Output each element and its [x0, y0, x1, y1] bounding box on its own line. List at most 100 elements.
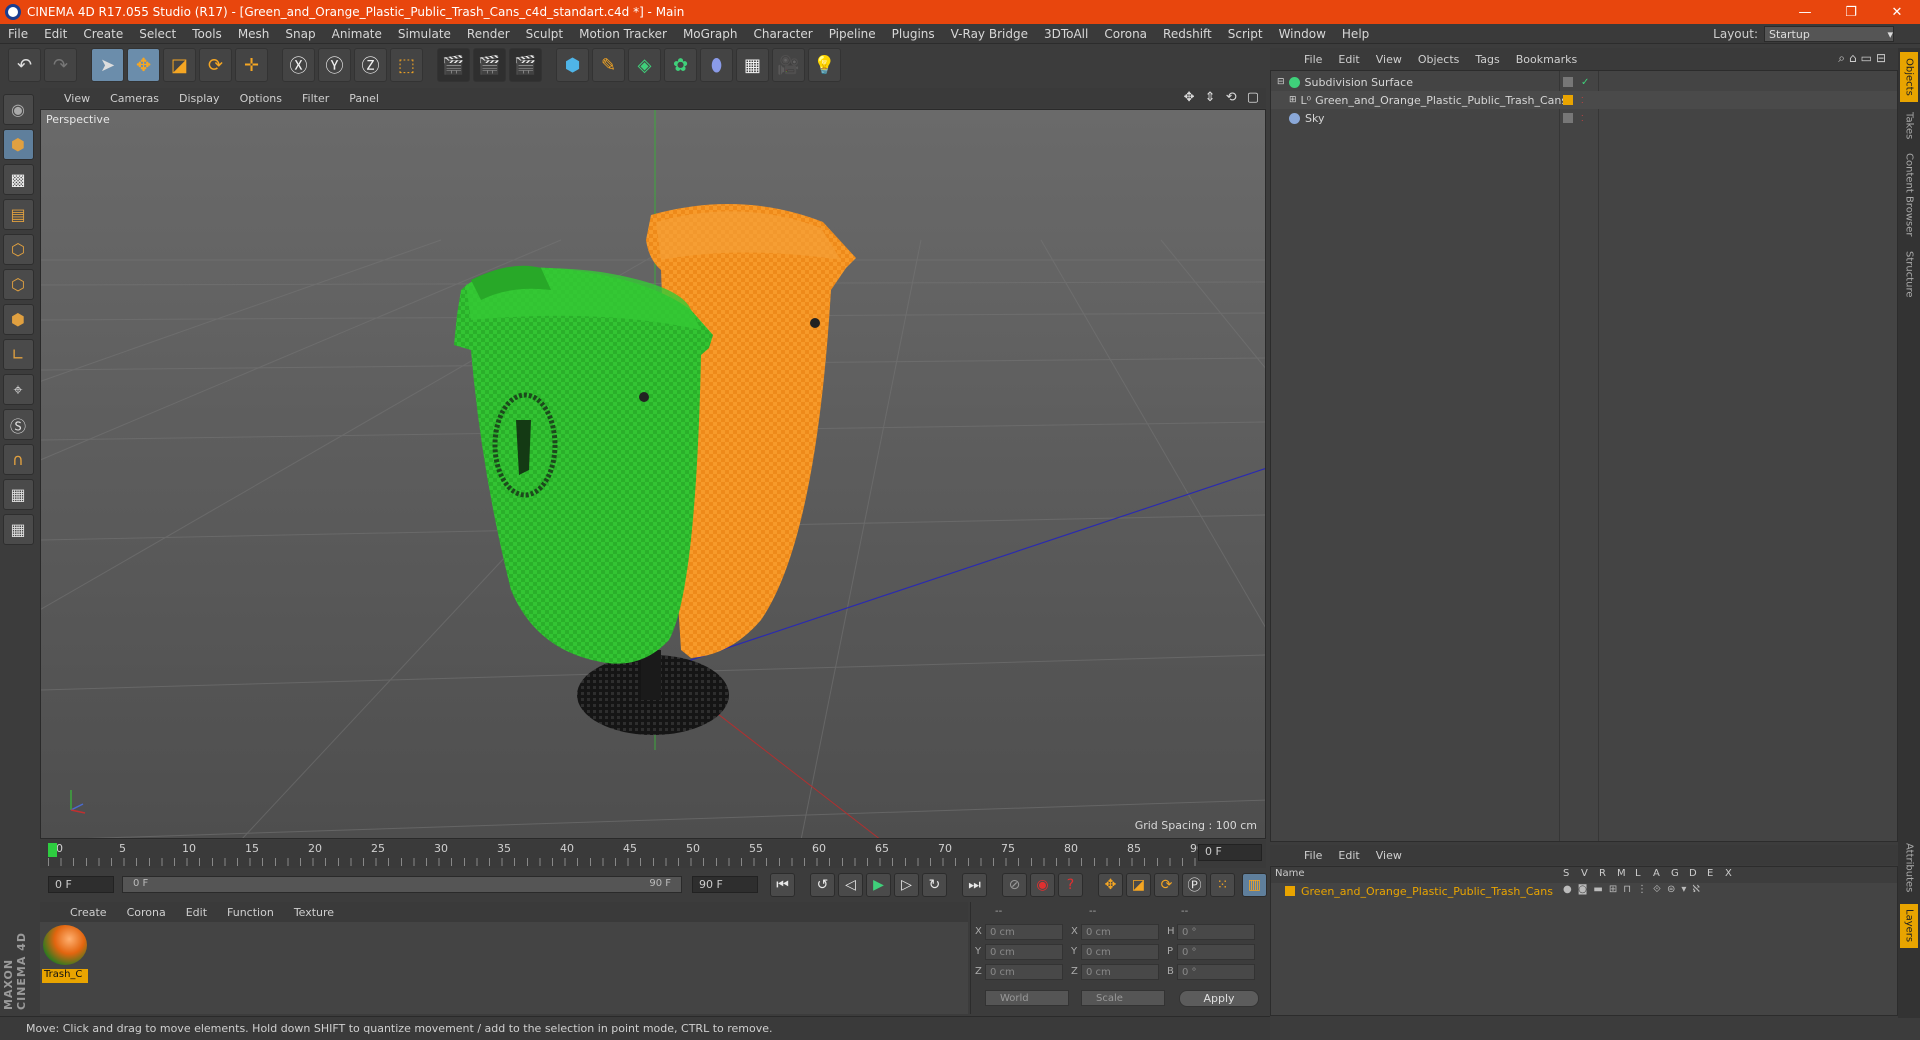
size-z-field[interactable]: 0 cm	[1081, 964, 1159, 980]
menu-pipeline[interactable]: Pipeline	[821, 27, 884, 41]
tab-attributes[interactable]: Attributes	[1900, 838, 1918, 898]
live-selection-button[interactable]: ➤	[91, 48, 124, 82]
add-deformer-button[interactable]: ⬮	[700, 48, 733, 82]
add-nurbs-button[interactable]: ◈	[628, 48, 661, 82]
redo-button[interactable]: ↷	[44, 48, 77, 82]
material-menu-texture[interactable]: Texture	[284, 906, 344, 919]
make-editable-button[interactable]: ◉	[2, 94, 34, 125]
size-x-field[interactable]: 0 cm	[1081, 924, 1159, 940]
lm-menu-file[interactable]: File	[1296, 849, 1330, 862]
tab-structure[interactable]: Structure	[1900, 244, 1918, 304]
render-view-button[interactable]: 🎬	[437, 48, 470, 82]
record-keys-button[interactable]: ⊘	[1002, 873, 1027, 897]
recent-tool-button[interactable]: ✛	[235, 48, 268, 82]
viewport-navigation-icons[interactable]: ✥ ⇕ ⟲ ▢	[1184, 90, 1262, 105]
next-key-button[interactable]: ↻	[922, 873, 947, 897]
render-picture-viewer-button[interactable]: 🎬	[473, 48, 506, 82]
material-menu-create[interactable]: Create	[60, 906, 117, 919]
object-manager-list[interactable]: ⊟ Subdivision Surface ✓ ⊞ L⁰ Green_and_O…	[1270, 70, 1898, 842]
z-axis-lock-button[interactable]: Ⓩ	[354, 48, 387, 82]
go-to-start-button[interactable]: ⏮	[770, 873, 795, 897]
key-position-button[interactable]: ✥	[1098, 873, 1123, 897]
rotate-tool-button[interactable]: ⟳	[199, 48, 232, 82]
key-parameter-button[interactable]: Ⓟ	[1182, 873, 1207, 897]
key-scale-button[interactable]: ◪	[1126, 873, 1151, 897]
polygons-mode-button[interactable]: ⬢	[2, 304, 34, 335]
om-menu-edit[interactable]: Edit	[1330, 53, 1367, 66]
material-menu-edit[interactable]: Edit	[176, 906, 217, 919]
menu-corona[interactable]: Corona	[1096, 27, 1155, 41]
material-menu-function[interactable]: Function	[217, 906, 284, 919]
next-frame-button[interactable]: ▷	[894, 873, 919, 897]
menu-3dtoall[interactable]: 3DToAll	[1036, 27, 1096, 41]
restore-button[interactable]: ❐	[1828, 0, 1874, 24]
lm-menu-view[interactable]: View	[1368, 849, 1410, 862]
points-mode-button[interactable]: ⬡	[2, 234, 34, 265]
edges-mode-button[interactable]: ⬡	[2, 269, 34, 300]
position-y-field[interactable]: 0 cm	[985, 944, 1063, 960]
menu-edit[interactable]: Edit	[36, 27, 75, 41]
menu-animate[interactable]: Animate	[324, 27, 390, 41]
preview-range-slider[interactable]: 0 F 90 F	[122, 876, 682, 893]
menu-simulate[interactable]: Simulate	[390, 27, 459, 41]
rotation-p-field[interactable]: 0 °	[1177, 944, 1255, 960]
perspective-viewport[interactable]: Perspective Grid Spacing : 100 cm	[40, 109, 1266, 839]
om-menu-view[interactable]: View	[1368, 53, 1410, 66]
x-axis-lock-button[interactable]: Ⓧ	[282, 48, 315, 82]
previous-key-button[interactable]: ↺	[810, 873, 835, 897]
locked-workplane-button[interactable]: ▦	[2, 479, 34, 510]
tab-content-browser[interactable]: Content Browser	[1900, 150, 1918, 240]
menu-vray-bridge[interactable]: V-Ray Bridge	[943, 27, 1036, 41]
move-tool-button[interactable]: ✥	[127, 48, 160, 82]
add-camera-button[interactable]: 🎥	[772, 48, 805, 82]
undo-button[interactable]: ↶	[8, 48, 41, 82]
start-frame-field[interactable]: 0 F	[48, 876, 114, 893]
object-row-sky[interactable]: Sky ⁚	[1271, 109, 1897, 127]
viewport-menu-panel[interactable]: Panel	[339, 92, 389, 105]
menu-select[interactable]: Select	[131, 27, 184, 41]
auto-keying-button[interactable]: ◉	[1030, 873, 1055, 897]
menu-motion-tracker[interactable]: Motion Tracker	[571, 27, 675, 41]
layout-dropdown[interactable]: Startup ▾	[1764, 26, 1894, 42]
coordinate-system-button[interactable]: ⬚	[390, 48, 423, 82]
tweak-mode-button[interactable]: ⌖	[2, 374, 34, 405]
current-frame-field[interactable]: 0 F	[1198, 844, 1262, 861]
menu-render[interactable]: Render	[459, 27, 518, 41]
workplane-mode-button[interactable]: ▤	[2, 199, 34, 230]
go-to-end-button[interactable]: ⏭	[962, 873, 987, 897]
timeline-window-button[interactable]: ▥	[1242, 873, 1267, 897]
viewport-menu-options[interactable]: Options	[230, 92, 292, 105]
object-row-subdivision-surface[interactable]: ⊟ Subdivision Surface ✓	[1271, 73, 1897, 91]
menu-create[interactable]: Create	[75, 27, 131, 41]
size-mode-dropdown[interactable]: Scale	[1081, 990, 1165, 1006]
layer-flag-icons[interactable]: ●◙▬⊞⊓⋮⟐⊜▾ℵ	[1563, 884, 1706, 895]
tab-takes[interactable]: Takes	[1900, 106, 1918, 146]
layer-manager-list[interactable]: Name S V R M L A G D E X Green_and_Orang…	[1270, 866, 1898, 1016]
material-preview-thumbnail[interactable]	[43, 925, 87, 965]
rotation-h-field[interactable]: 0 °	[1177, 924, 1255, 940]
om-menu-bookmarks[interactable]: Bookmarks	[1508, 53, 1585, 66]
frame-ruler[interactable]: 0 5 10 15 20 25 30 35 40 45 50 55 60 65 …	[48, 842, 1204, 866]
keyframe-selection-button[interactable]: ?	[1058, 873, 1083, 897]
timeline-ruler[interactable]: 0 5 10 15 20 25 30 35 40 45 50 55 60 65 …	[40, 840, 1266, 868]
planar-workplane-button[interactable]: ▦	[2, 514, 34, 545]
add-floor-button[interactable]: ▦	[736, 48, 769, 82]
add-light-button[interactable]: 💡	[808, 48, 841, 82]
object-row-trash-cans[interactable]: ⊞ L⁰ Green_and_Orange_Plastic_Public_Tra…	[1271, 91, 1897, 109]
viewport-menu-view[interactable]: View	[54, 92, 100, 105]
solo-button[interactable]: Ⓢ	[2, 409, 34, 440]
coordinate-system-dropdown[interactable]: World	[985, 990, 1069, 1006]
menu-character[interactable]: Character	[745, 27, 820, 41]
apply-button[interactable]: Apply	[1179, 990, 1259, 1007]
rotation-b-field[interactable]: 0 °	[1177, 964, 1255, 980]
om-menu-file[interactable]: File	[1296, 53, 1330, 66]
om-menu-objects[interactable]: Objects	[1410, 53, 1468, 66]
texture-mode-button[interactable]: ▩	[2, 164, 34, 195]
key-pla-button[interactable]: ⁙	[1210, 873, 1235, 897]
play-button[interactable]: ▶	[866, 873, 891, 897]
render-settings-button[interactable]: 🎬	[509, 48, 542, 82]
menu-script[interactable]: Script	[1220, 27, 1271, 41]
viewport-menu-filter[interactable]: Filter	[292, 92, 339, 105]
tab-layers[interactable]: Layers	[1900, 904, 1918, 948]
menu-redshift[interactable]: Redshift	[1155, 27, 1220, 41]
